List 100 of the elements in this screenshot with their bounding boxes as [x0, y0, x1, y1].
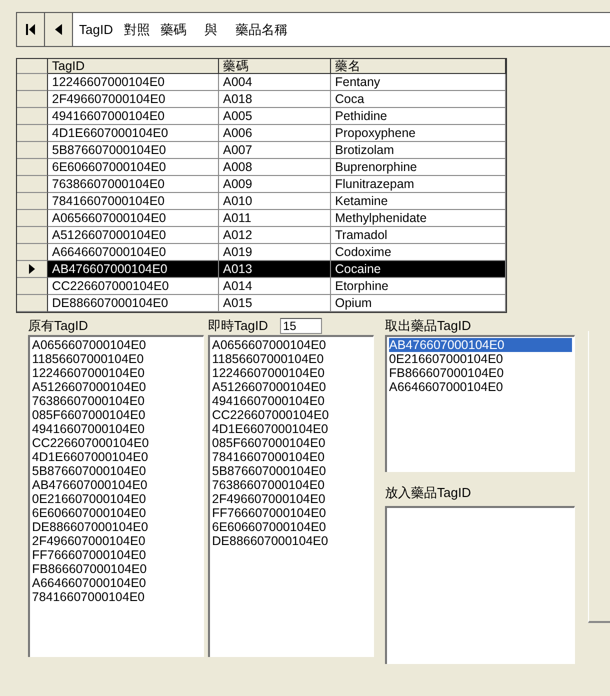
list-item[interactable]: CC226607000104E0: [212, 408, 371, 422]
navigator-caption: TagID 對照 藥碼 與 藥品名稱: [78, 20, 288, 38]
list-item[interactable]: 6E606607000104E0: [32, 506, 201, 520]
table-cell: 78416607000104E0: [48, 193, 219, 210]
table-cell: Ketamine: [331, 193, 506, 210]
list-item[interactable]: A6646607000104E0: [389, 380, 572, 394]
table-cell: Tramadol: [331, 227, 506, 244]
table-cell: 6E606607000104E0: [48, 159, 219, 176]
table-cell: A004: [219, 74, 331, 91]
row-selector[interactable]: [17, 159, 48, 176]
row-selector[interactable]: [17, 74, 48, 91]
table-cell: 4D1E6607000104E0: [48, 125, 219, 142]
prev-record-button[interactable]: [45, 13, 73, 46]
list-item[interactable]: FF766607000104E0: [212, 506, 371, 520]
list-item[interactable]: A0656607000104E0: [212, 338, 371, 352]
row-selector[interactable]: [17, 193, 48, 210]
row-selector[interactable]: [17, 227, 48, 244]
list-item[interactable]: A6646607000104E0: [32, 576, 201, 590]
live-tags-label: 即時TagID: [208, 317, 268, 335]
list-item[interactable]: CC226607000104E0: [32, 436, 201, 450]
table-cell: 2F496607000104E0: [48, 91, 219, 108]
list-item[interactable]: 5B876607000104E0: [32, 464, 201, 478]
table-cell: AB476607000104E0: [48, 261, 219, 278]
table-cell: 76386607000104E0: [48, 176, 219, 193]
row-selector[interactable]: [17, 278, 48, 295]
table-cell: A015: [219, 295, 331, 312]
table-cell: Pethidine: [331, 108, 506, 125]
row-selector[interactable]: [17, 295, 48, 312]
row-selector[interactable]: [17, 244, 48, 261]
row-selector[interactable]: [17, 261, 48, 278]
list-item[interactable]: 085F6607000104E0: [32, 408, 201, 422]
column-header[interactable]: 藥名: [331, 59, 506, 74]
list-item[interactable]: 12246607000104E0: [212, 366, 371, 380]
list-item[interactable]: 76386607000104E0: [212, 478, 371, 492]
list-item[interactable]: AB476607000104E0: [389, 338, 572, 352]
list-item[interactable]: 78416607000104E0: [212, 450, 371, 464]
added-tags-label: 放入藥品TagID: [385, 484, 471, 502]
list-item[interactable]: 2F496607000104E0: [32, 534, 201, 548]
list-item[interactable]: 11856607000104E0: [212, 352, 371, 366]
list-item[interactable]: 2F496607000104E0: [212, 492, 371, 506]
table-cell: Etorphine: [331, 278, 506, 295]
list-item[interactable]: FB866607000104E0: [32, 562, 201, 576]
row-selector[interactable]: [17, 210, 48, 227]
table-cell: A012: [219, 227, 331, 244]
list-item[interactable]: 11856607000104E0: [32, 352, 201, 366]
row-selector[interactable]: [17, 91, 48, 108]
list-item[interactable]: FB866607000104E0: [389, 366, 572, 380]
list-item[interactable]: DE886607000104E0: [32, 520, 201, 534]
list-item[interactable]: A5126607000104E0: [212, 380, 371, 394]
table-cell: A0656607000104E0: [48, 210, 219, 227]
column-header[interactable]: 藥碼: [219, 59, 331, 74]
table-cell: Flunitrazepam: [331, 176, 506, 193]
count-field[interactable]: 15: [280, 318, 322, 334]
list-item[interactable]: A5126607000104E0: [32, 380, 201, 394]
list-item[interactable]: 085F6607000104E0: [212, 436, 371, 450]
table-cell: Coca: [331, 91, 506, 108]
list-item[interactable]: 4D1E6607000104E0: [32, 450, 201, 464]
row-selector[interactable]: [17, 125, 48, 142]
table-cell: A011: [219, 210, 331, 227]
list-item[interactable]: 78416607000104E0: [32, 590, 201, 604]
live-tags-list[interactable]: [208, 335, 374, 657]
list-item[interactable]: 6E606607000104E0: [212, 520, 371, 534]
list-item[interactable]: 4D1E6607000104E0: [212, 422, 371, 436]
previous-record-icon: [55, 24, 62, 35]
column-header[interactable]: TagID: [48, 59, 219, 74]
list-item[interactable]: DE886607000104E0: [212, 534, 371, 548]
list-item[interactable]: A0656607000104E0: [32, 338, 201, 352]
table-cell: A007: [219, 142, 331, 159]
table-cell: A005: [219, 108, 331, 125]
list-item[interactable]: 76386607000104E0: [32, 394, 201, 408]
table-cell: 12246607000104E0: [48, 74, 219, 91]
original-tags-list[interactable]: [28, 335, 204, 657]
table-cell: A006: [219, 125, 331, 142]
list-item[interactable]: 0E216607000104E0: [32, 492, 201, 506]
table-cell: Brotizolam: [331, 142, 506, 159]
list-item[interactable]: FF766607000104E0: [32, 548, 201, 562]
original-tags-label: 原有TagID: [28, 317, 88, 335]
table-cell: Methylphenidate: [331, 210, 506, 227]
list-item[interactable]: 0E216607000104E0: [389, 352, 572, 366]
table-cell: A5126607000104E0: [48, 227, 219, 244]
list-item[interactable]: 49416607000104E0: [212, 394, 371, 408]
table-cell: 5B876607000104E0: [48, 142, 219, 159]
list-item[interactable]: 12246607000104E0: [32, 366, 201, 380]
list-item[interactable]: 5B876607000104E0: [212, 464, 371, 478]
list-item[interactable]: 49416607000104E0: [32, 422, 201, 436]
row-selector[interactable]: [17, 108, 48, 125]
table-cell: A009: [219, 176, 331, 193]
table-cell: Propoxyphene: [331, 125, 506, 142]
table-cell: A018: [219, 91, 331, 108]
table-cell: Opium: [331, 295, 506, 312]
table-cell: A013: [219, 261, 331, 278]
first-record-icon: [26, 24, 36, 35]
removed-tags-list[interactable]: AB476607000104E0 0E216607000104E0 FB866607000104E0 A6646607000104E0: [385, 335, 575, 472]
row-selector[interactable]: [17, 176, 48, 193]
row-selector[interactable]: [17, 142, 48, 159]
table-cell: A008: [219, 159, 331, 176]
first-record-button[interactable]: [17, 13, 45, 46]
list-item[interactable]: AB476607000104E0: [32, 478, 201, 492]
added-tags-list[interactable]: [385, 506, 575, 664]
table-cell: Buprenorphine: [331, 159, 506, 176]
